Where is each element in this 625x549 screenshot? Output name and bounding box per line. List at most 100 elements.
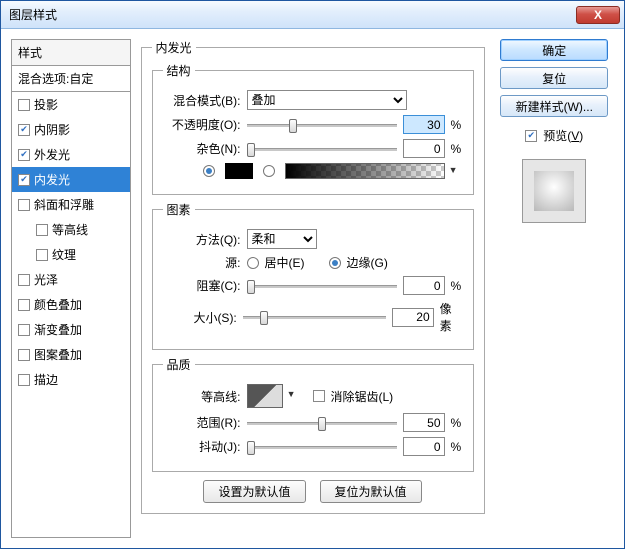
opacity-label: 不透明度(O): — [163, 116, 241, 133]
jitter-label: 抖动(J): — [163, 438, 241, 455]
style-label: 外发光 — [34, 146, 70, 163]
ok-button[interactable]: 确定 — [500, 39, 608, 61]
size-input[interactable] — [392, 308, 434, 327]
style-checkbox[interactable] — [18, 274, 30, 286]
style-checkbox[interactable] — [18, 174, 30, 186]
range-label: 范围(R): — [163, 414, 241, 431]
preview-inner — [534, 171, 574, 211]
style-label: 光泽 — [34, 271, 58, 288]
contour-label: 等高线: — [163, 388, 241, 405]
center-label: 居中(E) — [265, 254, 305, 271]
blend-mode-label: 混合模式(B): — [163, 92, 241, 109]
contour-picker[interactable] — [247, 384, 283, 408]
style-item-10[interactable]: 图案叠加 — [12, 342, 130, 367]
style-list-panel: 样式 混合选项:自定 投影内阴影外发光内发光斜面和浮雕等高线纹理光泽颜色叠加渐变… — [11, 39, 131, 538]
source-edge-radio[interactable] — [329, 257, 341, 269]
style-label: 内阴影 — [34, 121, 70, 138]
style-checkbox[interactable] — [36, 224, 48, 236]
style-item-5[interactable]: 等高线 — [12, 217, 130, 242]
style-checkbox[interactable] — [18, 374, 30, 386]
styles-header[interactable]: 样式 — [12, 40, 130, 66]
pct-label: % — [451, 142, 462, 156]
close-icon: X — [594, 8, 602, 22]
set-default-button[interactable]: 设置为默认值 — [203, 480, 305, 503]
style-label: 图案叠加 — [34, 346, 82, 363]
style-checkbox[interactable] — [18, 149, 30, 161]
style-item-7[interactable]: 光泽 — [12, 267, 130, 292]
opacity-input[interactable] — [403, 115, 445, 134]
reset-default-button[interactable]: 复位为默认值 — [320, 480, 422, 503]
gradient-picker[interactable] — [285, 163, 445, 179]
method-select[interactable]: 柔和 — [247, 229, 317, 249]
style-label: 纹理 — [52, 246, 76, 263]
style-label: 斜面和浮雕 — [34, 196, 94, 213]
style-item-8[interactable]: 颜色叠加 — [12, 292, 130, 317]
window-title: 图层样式 — [9, 6, 576, 23]
range-input[interactable] — [403, 413, 445, 432]
style-checkbox[interactable] — [18, 349, 30, 361]
style-item-11[interactable]: 描边 — [12, 367, 130, 392]
antialias-checkbox[interactable] — [313, 390, 325, 402]
style-label: 等高线 — [52, 221, 88, 238]
choke-slider[interactable] — [247, 277, 397, 295]
choke-label: 阻塞(C): — [163, 277, 241, 294]
elements-legend: 图素 — [163, 201, 195, 218]
source-label: 源: — [163, 254, 241, 271]
style-label: 投影 — [34, 96, 58, 113]
style-item-3[interactable]: 内发光 — [12, 167, 130, 192]
style-item-4[interactable]: 斜面和浮雕 — [12, 192, 130, 217]
pct-label: % — [451, 440, 462, 454]
preview-swatch — [522, 159, 586, 223]
method-label: 方法(Q): — [163, 231, 241, 248]
structure-legend: 结构 — [163, 62, 195, 79]
size-slider[interactable] — [243, 308, 386, 326]
color-swatch[interactable] — [225, 163, 253, 179]
structure-group: 结构 混合模式(B): 叠加 不透明度(O): % 杂色(N): — [152, 62, 474, 195]
color-radio[interactable] — [203, 165, 215, 177]
opacity-slider[interactable] — [247, 116, 397, 134]
style-checkbox[interactable] — [18, 124, 30, 136]
style-item-9[interactable]: 渐变叠加 — [12, 317, 130, 342]
new-style-button[interactable]: 新建样式(W)... — [500, 95, 608, 117]
pct-label: % — [451, 416, 462, 430]
cancel-button[interactable]: 复位 — [500, 67, 608, 89]
layer-style-dialog: 图层样式 X 样式 混合选项:自定 投影内阴影外发光内发光斜面和浮雕等高线纹理光… — [0, 0, 625, 549]
elements-group: 图素 方法(Q): 柔和 源: 居中(E) 边缘(G) 阻塞(C): — [152, 201, 474, 350]
close-button[interactable]: X — [576, 6, 620, 24]
style-item-6[interactable]: 纹理 — [12, 242, 130, 267]
preview-label: 预览(V) — [543, 127, 583, 144]
blend-mode-select[interactable]: 叠加 — [247, 90, 407, 110]
noise-input[interactable] — [403, 139, 445, 158]
noise-label: 杂色(N): — [163, 140, 241, 157]
range-slider[interactable] — [247, 414, 397, 432]
titlebar[interactable]: 图层样式 X — [1, 1, 624, 29]
jitter-input[interactable] — [403, 437, 445, 456]
style-item-2[interactable]: 外发光 — [12, 142, 130, 167]
style-label: 内发光 — [34, 171, 70, 188]
panel-title: 内发光 — [152, 39, 196, 56]
style-checkbox[interactable] — [18, 299, 30, 311]
style-checkbox[interactable] — [18, 199, 30, 211]
edge-label: 边缘(G) — [347, 254, 388, 271]
pct-label: % — [451, 279, 462, 293]
inner-glow-group: 内发光 结构 混合模式(B): 叠加 不透明度(O): % 杂色(N): — [141, 39, 485, 514]
style-item-1[interactable]: 内阴影 — [12, 117, 130, 142]
jitter-slider[interactable] — [247, 438, 397, 456]
style-item-0[interactable]: 投影 — [12, 92, 130, 117]
blend-options-header[interactable]: 混合选项:自定 — [12, 66, 130, 92]
style-checkbox[interactable] — [36, 249, 48, 261]
gradient-radio[interactable] — [263, 165, 275, 177]
style-label: 描边 — [34, 371, 58, 388]
source-center-radio[interactable] — [247, 257, 259, 269]
pct-label: % — [451, 118, 462, 132]
style-label: 渐变叠加 — [34, 321, 82, 338]
antialias-label: 消除锯齿(L) — [331, 388, 394, 405]
noise-slider[interactable] — [247, 140, 397, 158]
preview-checkbox[interactable] — [525, 130, 537, 142]
choke-input[interactable] — [403, 276, 445, 295]
style-checkbox[interactable] — [18, 99, 30, 111]
settings-panel: 内发光 结构 混合模式(B): 叠加 不透明度(O): % 杂色(N): — [141, 39, 485, 538]
content-area: 样式 混合选项:自定 投影内阴影外发光内发光斜面和浮雕等高线纹理光泽颜色叠加渐变… — [1, 29, 624, 548]
style-checkbox[interactable] — [18, 324, 30, 336]
quality-legend: 品质 — [163, 356, 195, 373]
